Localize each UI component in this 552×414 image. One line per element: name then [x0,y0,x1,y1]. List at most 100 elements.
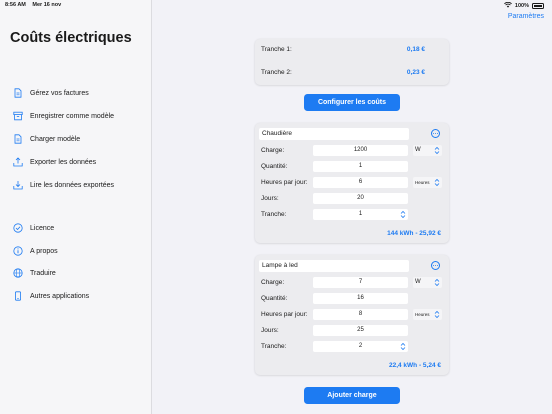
tranche-select-value: 2 [358,343,363,349]
field-row-heures: Heures par jour: 8 Heures [261,309,443,321]
chevron-up-down-icon [434,178,440,187]
field-row-jours: Jours: 25 [261,325,443,337]
parametres-link[interactable]: Paramètres [508,13,544,20]
heures-input[interactable]: 8 [313,309,408,320]
field-row-charge: Charge: 7 W [261,277,443,289]
jours-input[interactable]: 20 [313,193,408,204]
field-row-tranche: Tranche: 2 [261,341,443,353]
field-row-jours: Jours: 20 [261,193,443,205]
charge-input[interactable]: 1200 [313,145,408,156]
more-options-icon[interactable] [431,129,440,138]
status-time: 8:56 AM [5,2,26,8]
heures-input[interactable]: 6 [313,177,408,188]
tranche-select[interactable]: 2 [313,341,408,352]
tray-download-icon [13,180,23,190]
sidebar-item-label: Licence [30,224,55,232]
field-row-quantite: Quantité: 1 [261,161,443,173]
field-label: Jours: [261,327,279,334]
sidebar-item-lire[interactable]: Lire les données exportées [13,178,114,192]
field-row-charge: Charge: 1200 W [261,145,443,157]
field-label: Charge: [261,279,285,286]
sidebar-item-licence[interactable]: Licence [13,221,54,235]
sidebar-item-label: Gérez vos factures [30,89,89,97]
field-row-heures: Heures par jour: 6 Heures [261,177,443,189]
charge-name-input[interactable]: Chaudière [259,128,409,140]
globe-icon [13,268,23,278]
battery-percent: 100% [514,3,529,9]
unit-label: W [415,147,421,153]
battery-icon [532,3,544,9]
tranche-select-value: 1 [358,211,363,217]
sidebar-item-label: Charger modèle [30,135,81,143]
quantite-input[interactable]: 1 [313,161,408,172]
sidebar-item-label: Enregistrer comme modèle [30,112,115,120]
field-label: Quantité: [261,163,288,170]
tranche-label: Tranche 2: [261,69,292,76]
status-bar: 8:56 AM Mer 16 nov 100% [0,0,552,10]
unit-label: Heures [415,180,430,185]
sidebar-item-charger[interactable]: Charger modèle [13,132,80,146]
charge-unit-select[interactable]: W [413,145,442,156]
charge-card: Chaudière Charge: 1200 W Quantité: 1 Heu… [255,123,449,243]
sidebar: Coûts électriques Gérez vos factures Enr… [0,0,152,414]
heures-unit-select[interactable]: Heures [413,309,442,320]
main-panel: Paramètres Tranche 1: 0,18 € Tranche 2: … [153,0,552,414]
heures-unit-select[interactable]: Heures [413,177,442,188]
status-right: 100% [504,1,544,10]
more-options-icon[interactable] [431,261,440,270]
field-label: Quantité: [261,295,288,302]
tranche-value: 0,18 € [406,46,425,53]
field-row-tranche: Tranche: 1 [261,209,443,221]
tranche-row: Tranche 2: 0,23 € [261,69,425,76]
document-icon [13,88,23,98]
sidebar-item-label: Traduire [30,269,56,277]
charge-name-input[interactable]: Lampe à led [259,260,409,272]
sidebar-item-label: A propos [30,247,58,255]
add-charge-button[interactable]: Ajouter charge [304,387,400,404]
field-label: Jours: [261,195,279,202]
tranche-value: 0,23 € [406,69,425,76]
sidebar-item-enregistrer[interactable]: Enregistrer comme modèle [13,109,114,123]
chevron-up-down-icon [434,146,440,155]
chevron-up-down-icon [400,210,406,219]
phone-icon [13,291,23,301]
chevron-up-down-icon [434,278,440,287]
charge-total: 22,4 kWh - 5,24 € [388,362,441,369]
field-label: Tranche: [261,343,287,350]
unit-label: W [415,279,421,285]
archive-icon [13,111,23,121]
info-circle-icon [13,246,23,256]
wifi-icon [504,1,512,10]
chevron-up-down-icon [400,342,406,351]
charge-input[interactable]: 7 [313,277,408,288]
tranche-row: Tranche 1: 0,18 € [261,46,425,53]
tranche-select[interactable]: 1 [313,209,408,220]
field-label: Charge: [261,147,285,154]
sidebar-item-apropos[interactable]: A propos [13,244,58,258]
tranche-label: Tranche 1: [261,46,292,53]
field-label: Heures par jour: [261,179,308,186]
quantite-input[interactable]: 16 [313,293,408,304]
field-row-quantite: Quantité: 16 [261,293,443,305]
status-date: Mer 16 nov [32,2,62,8]
tray-upload-icon [13,157,23,167]
field-label: Tranche: [261,211,287,218]
charge-unit-select[interactable]: W [413,277,442,288]
sidebar-title: Coûts électriques [10,30,132,46]
sidebar-item-factures[interactable]: Gérez vos factures [13,86,89,100]
status-left: 8:56 AM Mer 16 nov [5,2,66,8]
tranche-card: Tranche 1: 0,18 € Tranche 2: 0,23 € [255,39,449,85]
unit-label: Heures [415,312,430,317]
sidebar-item-autres-applications[interactable]: Autres applications [13,289,89,303]
field-label: Heures par jour: [261,311,308,318]
sidebar-item-label: Exporter les données [30,158,97,166]
sidebar-item-label: Lire les données exportées [30,181,115,189]
configure-costs-button[interactable]: Configurer les coûts [304,94,400,111]
sidebar-item-exporter[interactable]: Exporter les données [13,155,96,169]
sidebar-item-label: Autres applications [30,292,90,300]
sidebar-item-traduire[interactable]: Traduire [13,266,56,280]
charge-total: 144 kWh - 25,92 € [387,230,441,237]
charge-card: Lampe à led Charge: 7 W Quantité: 16 Heu… [255,255,449,375]
jours-input[interactable]: 25 [313,325,408,336]
chevron-up-down-icon [434,310,440,319]
